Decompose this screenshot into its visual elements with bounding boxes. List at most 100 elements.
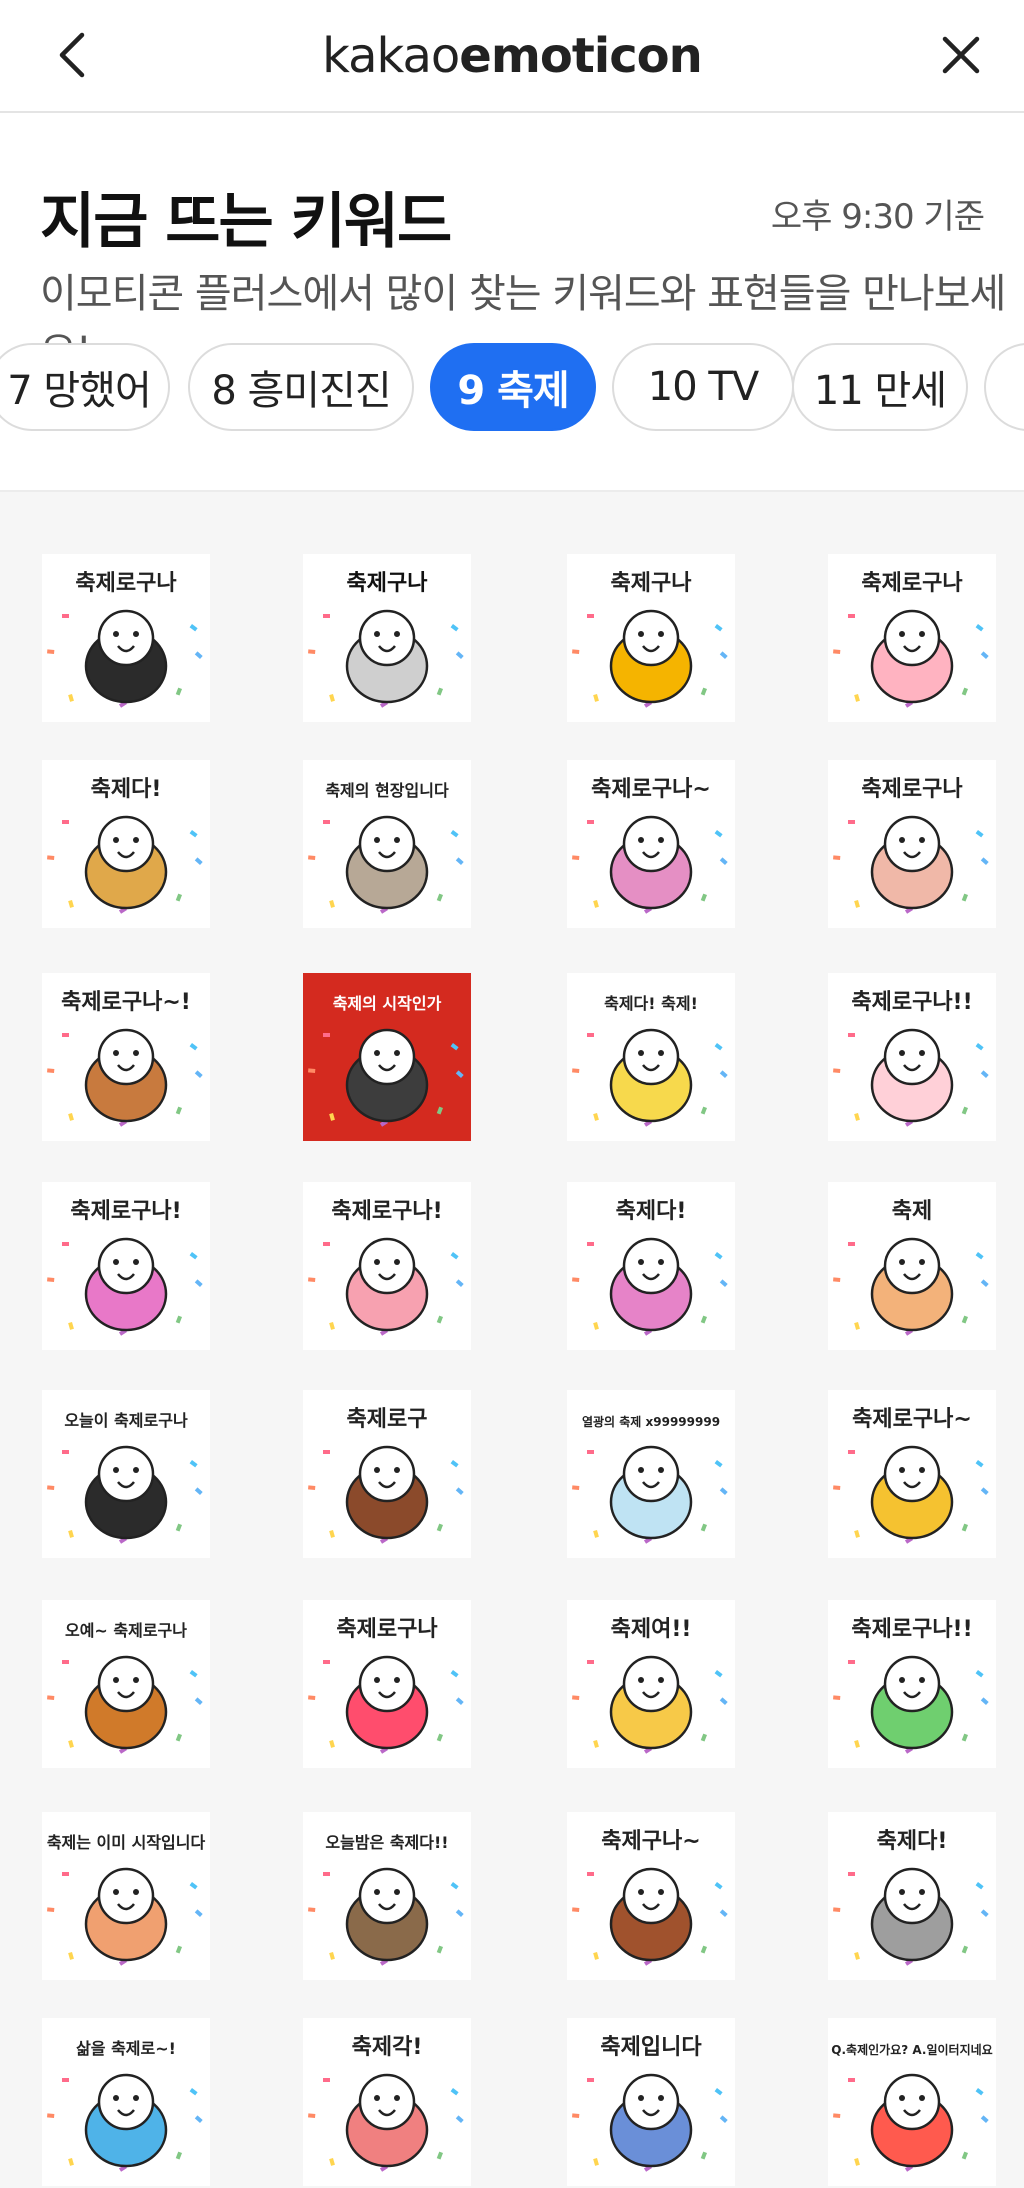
- sticker-caption: 축제구나~: [601, 1829, 700, 1854]
- keyword-chip[interactable]: 11 만세: [792, 343, 968, 431]
- sticker-caption: 축제는 이미 시작입니다: [47, 1833, 206, 1852]
- sticker-item[interactable]: 열광의 축제 x99999999: [565, 1388, 737, 1560]
- sticker-image: 축제다! 축제!: [567, 973, 735, 1141]
- confetti-mark: [62, 820, 69, 824]
- app-logo: kakaoemoticon: [0, 28, 1024, 84]
- confetti-mark: [62, 614, 69, 618]
- character-face: [883, 609, 941, 667]
- character-eye: [658, 1677, 664, 1683]
- sticker-item[interactable]: 축제각!: [301, 2016, 473, 2188]
- sticker-image: 축제로구나: [828, 760, 996, 928]
- sticker-item[interactable]: 축제다! 축제!: [565, 971, 737, 1143]
- character-face: [883, 1445, 941, 1503]
- sticker-item[interactable]: 축제다!: [40, 758, 212, 930]
- character-eye: [394, 1050, 400, 1056]
- keyword-chip[interactable]: 8 흥미진진: [188, 343, 414, 431]
- sticker-item[interactable]: 축제의 현장입니다: [301, 758, 473, 930]
- character-eye: [394, 1259, 400, 1265]
- character-eye: [113, 1677, 119, 1683]
- close-button[interactable]: [938, 32, 984, 78]
- confetti-mark: [572, 649, 580, 654]
- sticker-item[interactable]: 축제구나~: [565, 1810, 737, 1982]
- sticker-item[interactable]: 축제로구나: [40, 552, 212, 724]
- character-eye: [899, 1677, 905, 1683]
- confetti-mark: [323, 1872, 330, 1876]
- confetti-mark: [848, 1242, 855, 1246]
- character-face: [358, 1028, 416, 1086]
- sticker-caption: 축제로구나: [336, 1617, 437, 1642]
- character-eye: [919, 1050, 925, 1056]
- sticker-image: 축제로구나!!: [828, 1600, 996, 1768]
- keyword-chip-row[interactable]: 7 망했어 8 흥미진진 9 축제 10 TV 11 만세: [0, 343, 1024, 435]
- character-eye: [658, 1050, 664, 1056]
- sticker-item[interactable]: 축제다!: [565, 1180, 737, 1352]
- confetti-mark: [833, 1695, 841, 1700]
- sticker-caption: 축제로구나!: [70, 1199, 181, 1224]
- sticker-item[interactable]: 축제로구나: [826, 758, 998, 930]
- sticker-caption: 축제다!: [91, 777, 162, 802]
- sticker-image: 오늘이 축제로구나: [42, 1390, 210, 1558]
- confetti-mark: [62, 2078, 69, 2082]
- character-face: [358, 2073, 416, 2131]
- sticker-item[interactable]: 축제로구나!!: [826, 971, 998, 1143]
- sticker-item[interactable]: Q.축제인가요? A.일이터지네요: [826, 2016, 998, 2188]
- sticker-item[interactable]: 오늘밤은 축제다!!: [301, 1810, 473, 1982]
- sticker-item[interactable]: 축제의 시작인가: [301, 971, 473, 1143]
- sticker-item[interactable]: 오늘이 축제로구나: [40, 1388, 212, 1560]
- confetti-mark: [308, 2113, 316, 2118]
- character-eye: [638, 1467, 644, 1473]
- character-eye: [113, 1467, 119, 1473]
- confetti-mark: [587, 1872, 594, 1876]
- character-face: [883, 1028, 941, 1086]
- sticker-item[interactable]: 축제여!!: [565, 1598, 737, 1770]
- character-eye: [919, 1467, 925, 1473]
- sticker-item[interactable]: 축제로구나~!: [40, 971, 212, 1143]
- character-eye: [394, 1889, 400, 1895]
- confetti-mark: [62, 1872, 69, 1876]
- sticker-image: 축제로구나!: [42, 1182, 210, 1350]
- sticker-item[interactable]: 축제로구나~: [565, 758, 737, 930]
- sticker-item[interactable]: 축제구나: [301, 552, 473, 724]
- confetti-mark: [47, 1485, 55, 1490]
- character-face: [97, 1028, 155, 1086]
- keyword-chip[interactable]: 10 TV: [612, 343, 794, 431]
- sticker-item[interactable]: 오예~ 축제로구나: [40, 1598, 212, 1770]
- sticker-item[interactable]: 축제입니다: [565, 2016, 737, 2188]
- sticker-item[interactable]: 축제로구나!: [301, 1180, 473, 1352]
- confetti-mark: [62, 1033, 69, 1037]
- character-eye: [638, 2095, 644, 2101]
- confetti-mark: [308, 1277, 316, 1282]
- sticker-item[interactable]: 축제로구: [301, 1388, 473, 1560]
- sticker-item[interactable]: 축제: [826, 1180, 998, 1352]
- sticker-item[interactable]: 축제구나: [565, 552, 737, 724]
- character-eye: [919, 837, 925, 843]
- character-eye: [374, 2095, 380, 2101]
- sticker-item[interactable]: 축제로구나!: [40, 1180, 212, 1352]
- character-eye: [899, 1889, 905, 1895]
- character-face: [358, 815, 416, 873]
- sticker-item[interactable]: 축제로구나!!: [826, 1598, 998, 1770]
- sticker-item[interactable]: 축제로구나: [826, 552, 998, 724]
- sticker-item[interactable]: 축제다!: [826, 1810, 998, 1982]
- character-eye: [638, 1259, 644, 1265]
- character-eye: [899, 1467, 905, 1473]
- sticker-caption: 축제로구나!!: [851, 1617, 972, 1642]
- sticker-item[interactable]: 축제로구나: [301, 1598, 473, 1770]
- character-face: [97, 1445, 155, 1503]
- confetti-mark: [848, 1450, 855, 1454]
- confetti-mark: [308, 1068, 316, 1073]
- keyword-chip-overflow[interactable]: [984, 343, 1024, 431]
- page-title: 지금 뜨는 키워드: [40, 187, 452, 257]
- character-eye: [113, 631, 119, 637]
- trending-header: 지금 뜨는 키워드 오후 9:30 기준 이모티콘 플러스에서 많이 찾는 키워…: [0, 113, 1024, 492]
- sticker-caption: 삶을 축제로~!: [76, 2039, 176, 2058]
- keyword-chip[interactable]: 9 축제: [430, 343, 596, 431]
- sticker-item[interactable]: 삶을 축제로~!: [40, 2016, 212, 2188]
- confetti-mark: [47, 2113, 55, 2118]
- sticker-item[interactable]: 축제는 이미 시작입니다: [40, 1810, 212, 1982]
- sticker-item[interactable]: 축제로구나~: [826, 1388, 998, 1560]
- confetti-mark: [572, 1485, 580, 1490]
- character-eye: [394, 1677, 400, 1683]
- character-eye: [133, 1467, 139, 1473]
- keyword-chip[interactable]: 7 망했어: [0, 343, 170, 431]
